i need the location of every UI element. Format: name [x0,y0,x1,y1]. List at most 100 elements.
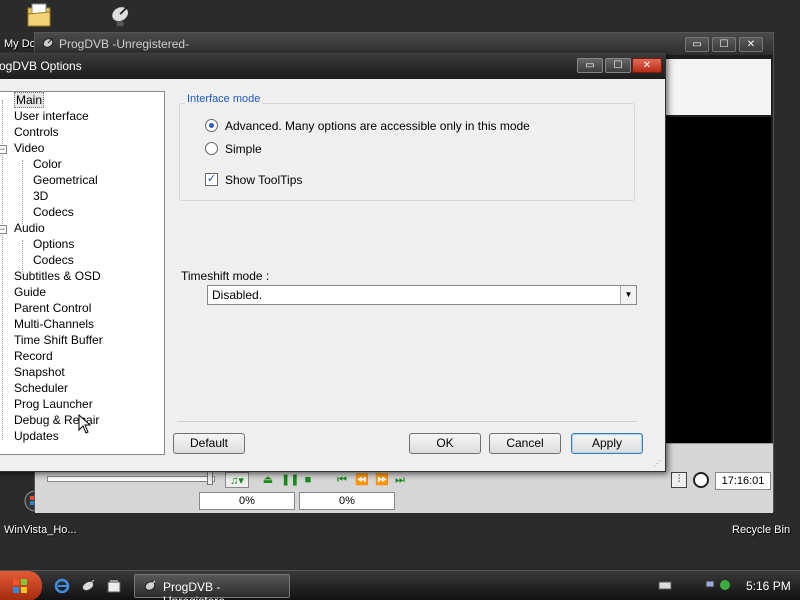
tree-item-label: Prog Launcher [14,397,93,411]
tree-item-audio-options[interactable]: Options [33,236,74,252]
stop-button[interactable]: ■ [301,472,315,488]
close-button[interactable]: ✕ [632,58,662,73]
tree-item-label: Options [33,237,75,251]
tree-item-label: Main [14,92,45,108]
my-documents-icon [27,3,51,27]
tree-item-label: Multi-Channels [14,317,95,331]
minimize-button[interactable]: ▭ [685,37,709,52]
cancel-button[interactable]: Cancel [489,433,561,454]
tree-item-video-geometrical[interactable]: Geometrical [33,172,98,188]
tree-item-label: Controls [14,125,59,139]
progdvb-quicklaunch-icon[interactable] [80,578,96,594]
video-display[interactable] [665,117,771,443]
options-tree[interactable]: − − Main User interface Controls Video C… [0,91,165,455]
tree-item-video-3d[interactable]: 3D [33,188,48,204]
minimize-button[interactable]: ▭ [577,58,603,73]
keyboard-icon[interactable] [658,578,672,592]
pause-button[interactable]: ❚❚ [281,472,299,488]
tree-item-label: Guide [14,285,47,299]
tree-connector [22,160,23,224]
internet-explorer-icon[interactable] [54,578,70,594]
tree-item-video-codecs[interactable]: Codecs [33,204,74,220]
tree-item-scheduler[interactable]: Scheduler [14,380,68,396]
tree-item-video[interactable]: Video [14,140,44,156]
player-time: 17:16:01 [715,472,771,490]
tree-item-subtitles-osd[interactable]: Subtitles & OSD [14,268,101,284]
tree-item-record[interactable]: Record [14,348,53,364]
show-tooltips-checkbox[interactable]: ✓ [205,173,218,186]
tree-item-snapshot[interactable]: Snapshot [14,364,65,380]
maximize-button[interactable]: ☐ [605,58,631,73]
show-tooltips-label[interactable]: Show ToolTips [225,173,302,187]
tree-item-user-interface[interactable]: User interface [14,108,89,124]
taskbar-clock[interactable]: 5:16 PM [746,579,791,593]
maximize-button[interactable]: ☐ [712,37,736,52]
timeshift-mode-label: Timeshift mode : [181,269,270,283]
tree-item-label: Geometrical [33,173,98,187]
rewind-button[interactable]: ⏪ [355,472,369,488]
taskbar-button-label: ProgDVB -Unregistere... [163,580,235,600]
tree-item-main[interactable]: Main [14,92,45,108]
audio-track-button[interactable]: ♫▾ [225,472,249,488]
desktop-icon-label: My Do [4,38,36,50]
default-button[interactable]: Default [173,433,245,454]
advanced-mode-label[interactable]: Advanced. Many options are accessible on… [225,119,530,133]
tree-item-label: Parent Control [14,301,92,315]
tree-item-updates[interactable]: Updates [14,428,59,444]
tree-item-label: Codecs [33,205,74,219]
divider [177,421,637,422]
equalizer-icon[interactable]: ⫶ [671,472,687,488]
taskbar: ProgDVB -Unregistere... 5:16 PM [0,570,800,600]
apply-button[interactable]: Apply [571,433,643,454]
video-panel-header [665,59,771,115]
advanced-mode-radio[interactable] [205,119,218,132]
options-dialog[interactable]: rogDVB Options ▭ ☐ ✕ − − Main User inter… [0,52,666,472]
tree-item-time-shift-buffer[interactable]: Time Shift Buffer [14,332,103,348]
seek-slider[interactable] [47,476,215,482]
signal-quality-indicator: 0% [299,492,395,510]
simple-mode-label[interactable]: Simple [225,142,262,156]
desktop-icon-label: Recycle Bin [732,524,791,536]
tree-item-label: Updates [14,429,59,443]
options-titlebar[interactable]: rogDVB Options ▭ ☐ ✕ [0,53,665,79]
tree-item-audio-codecs[interactable]: Codecs [33,252,74,268]
previous-channel-button[interactable]: ⏮ [335,472,349,488]
mouse-cursor-icon [78,414,92,434]
tree-item-video-color[interactable]: Color [33,156,62,172]
close-button[interactable]: ✕ [739,37,763,52]
resize-grip-icon[interactable]: ⋰ [653,459,663,469]
timeshift-mode-select[interactable]: Disabled. ▼ [207,285,637,305]
seek-slider-thumb[interactable] [207,471,213,485]
progdvb-satellite-icon [42,37,54,48]
tree-item-multi-channels[interactable]: Multi-Channels [14,316,94,332]
network-activity-icon[interactable] [718,578,732,592]
clock-icon[interactable] [693,472,709,488]
taskbar-button-progdvb[interactable]: ProgDVB -Unregistere... [134,574,290,600]
tree-item-label: 3D [33,189,49,203]
fast-forward-button[interactable]: ⏩ [375,472,389,488]
signal-level-indicator: 0% [199,492,295,510]
interface-mode-label: Interface mode [185,93,263,105]
eject-button[interactable]: ⏏ [261,472,275,488]
tree-item-label: Audio [14,221,45,235]
ok-button[interactable]: OK [409,433,481,454]
tree-item-guide[interactable]: Guide [14,284,46,300]
progdvb-satellite-icon [111,4,130,27]
tree-item-label: Time Shift Buffer [14,333,103,347]
chevron-down-icon[interactable]: ▼ [620,286,636,304]
tree-item-label: User interface [14,109,89,123]
tree-expander-video[interactable]: − [0,145,7,154]
window-title: ProgDVB -Unregistered- [59,37,190,51]
tree-item-controls[interactable]: Controls [14,124,59,140]
progdvb-satellite-icon [144,580,156,591]
tree-expander-audio[interactable]: − [0,225,7,234]
tree-item-prog-launcher[interactable]: Prog Launcher [14,396,93,412]
network-icon[interactable] [704,578,718,592]
start-button[interactable] [0,571,42,600]
media-app-icon[interactable] [106,578,122,594]
tree-item-audio[interactable]: Audio [14,220,45,236]
next-channel-button[interactable]: ⏭ [393,472,407,488]
tree-item-parent-control[interactable]: Parent Control [14,300,91,316]
desktop-icon-progdvb[interactable] [104,0,138,32]
simple-mode-radio[interactable] [205,142,218,155]
